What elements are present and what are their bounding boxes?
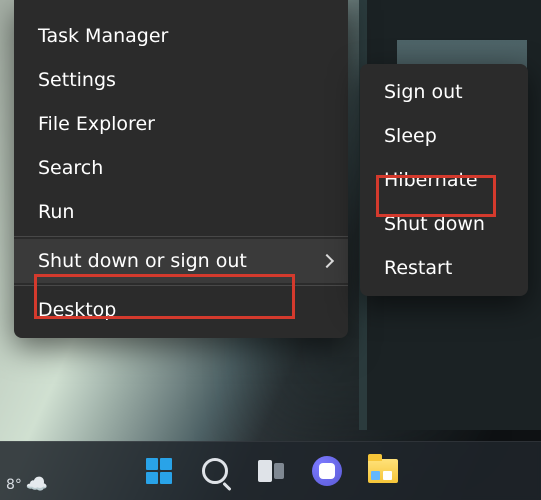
start-button[interactable] — [142, 454, 176, 488]
menu-item-label: Shut down — [384, 213, 485, 235]
task-view-button[interactable] — [254, 454, 288, 488]
menu-item-shut-down-or-sign-out[interactable]: Shut down or sign out — [14, 239, 348, 283]
taskbar: 8° ☁️ — [0, 441, 541, 500]
menu-item-label: Task Manager — [38, 25, 168, 47]
submenu-item-restart[interactable]: Restart — [360, 246, 528, 290]
menu-item-label: Run — [38, 201, 74, 223]
weather-temp: 8° — [6, 478, 22, 492]
weather-icon: ☁️ — [26, 476, 48, 494]
weather-widget[interactable]: 8° ☁️ — [6, 476, 48, 494]
menu-item-run[interactable]: Run — [14, 190, 348, 234]
start-context-menu: Task Manager Settings File Explorer Sear… — [14, 0, 348, 338]
menu-item-label: Restart — [384, 257, 452, 279]
menu-item-label: Shut down or sign out — [38, 250, 247, 272]
menu-item-label: File Explorer — [38, 113, 155, 135]
menu-separator — [14, 285, 348, 286]
chat-icon — [312, 456, 342, 486]
menu-item-desktop[interactable]: Desktop — [14, 288, 348, 332]
chevron-right-icon — [320, 254, 334, 268]
menu-item-search[interactable]: Search — [14, 146, 348, 190]
menu-separator — [14, 236, 348, 237]
search-icon — [202, 458, 228, 484]
menu-item-label: Hibernate — [384, 169, 478, 191]
menu-item-label: Desktop — [38, 299, 116, 321]
menu-item-label: Sign out — [384, 81, 463, 103]
file-explorer-icon — [368, 459, 398, 483]
chat-button[interactable] — [310, 454, 344, 488]
menu-item-label: Search — [38, 157, 103, 179]
file-explorer-button[interactable] — [366, 454, 400, 488]
power-submenu: Sign out Sleep Hibernate Shut down Resta… — [360, 64, 528, 296]
menu-item-label: Sleep — [384, 125, 437, 147]
menu-item-settings[interactable]: Settings — [14, 58, 348, 102]
submenu-item-hibernate[interactable]: Hibernate — [360, 158, 528, 202]
menu-item-label: Settings — [38, 69, 116, 91]
submenu-item-shut-down[interactable]: Shut down — [360, 202, 528, 246]
submenu-item-sleep[interactable]: Sleep — [360, 114, 528, 158]
menu-item-task-manager[interactable]: Task Manager — [14, 14, 348, 58]
windows-logo-icon — [146, 458, 172, 484]
submenu-item-sign-out[interactable]: Sign out — [360, 70, 528, 114]
taskbar-search-button[interactable] — [198, 454, 232, 488]
menu-item-file-explorer[interactable]: File Explorer — [14, 102, 348, 146]
task-view-icon — [258, 460, 284, 482]
